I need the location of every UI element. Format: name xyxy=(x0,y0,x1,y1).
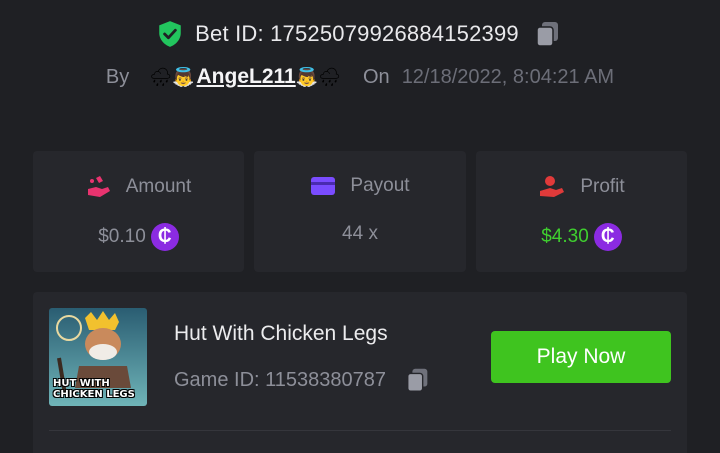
username-link[interactable]: AngeL211 xyxy=(197,65,296,89)
profit-header: Profit xyxy=(476,175,687,199)
amount-label: Amount xyxy=(125,176,192,197)
payout-card: Payout 44 x xyxy=(254,151,466,272)
divider xyxy=(49,430,671,431)
verified-shield-icon xyxy=(159,21,181,47)
profit-value-row: $4.30 ₵ xyxy=(476,223,687,251)
profit-hand-icon xyxy=(540,176,565,197)
bet-details-page: Bet ID: 17525079926884152399 By 🌧👼 AngeL… xyxy=(0,0,720,453)
profit-label: Profit xyxy=(580,176,625,197)
amount-card: Amount $0.10 ₵ xyxy=(33,151,244,272)
payout-value: 44 x xyxy=(342,223,378,244)
bet-id-text: Bet ID: 17525079926884152399 xyxy=(195,21,519,46)
copy-bet-id-icon[interactable] xyxy=(533,19,563,49)
user-decoration-left-icon: 🌧👼 xyxy=(149,66,195,87)
user-decoration-right-icon: 👼🌧 xyxy=(295,66,341,87)
bet-date: 12/18/2022, 8:04:21 AM xyxy=(401,65,615,88)
coin-icon: ₵ xyxy=(593,223,622,251)
amount-value-row: $0.10 ₵ xyxy=(33,223,244,251)
profit-value: $4.30 xyxy=(541,226,589,247)
coin-icon: ₵ xyxy=(150,223,179,251)
money-hand-icon xyxy=(87,176,110,197)
thumbnail-title: HUT WITH CHICKEN LEGS xyxy=(53,378,135,400)
payout-label: Payout xyxy=(350,175,410,196)
payout-value-row: 44 x xyxy=(254,223,466,245)
amount-header: Amount xyxy=(33,175,244,199)
bet-id-row: Bet ID: 17525079926884152399 xyxy=(0,14,720,54)
game-card: HUT WITH CHICKEN LEGS Hut With Chicken L… xyxy=(33,292,687,453)
by-label: By xyxy=(105,65,130,88)
amount-value: $0.10 xyxy=(98,226,146,247)
play-now-button[interactable]: Play Now xyxy=(491,331,671,383)
card-icon xyxy=(311,177,336,195)
game-id-text: Game ID: 11538380787 xyxy=(174,368,387,391)
copy-game-id-icon[interactable] xyxy=(404,366,432,394)
payout-header: Payout xyxy=(254,175,466,197)
game-name: Hut With Chicken Legs xyxy=(174,322,388,345)
game-thumbnail[interactable]: HUT WITH CHICKEN LEGS xyxy=(49,308,147,406)
on-label: On xyxy=(363,65,390,88)
bet-meta-row: By 🌧👼 AngeL211 👼🌧 On 12/18/2022, 8:04:21… xyxy=(0,60,720,94)
profit-card: Profit $4.30 ₵ xyxy=(476,151,687,272)
game-id-row: Game ID: 11538380787 xyxy=(174,366,432,394)
